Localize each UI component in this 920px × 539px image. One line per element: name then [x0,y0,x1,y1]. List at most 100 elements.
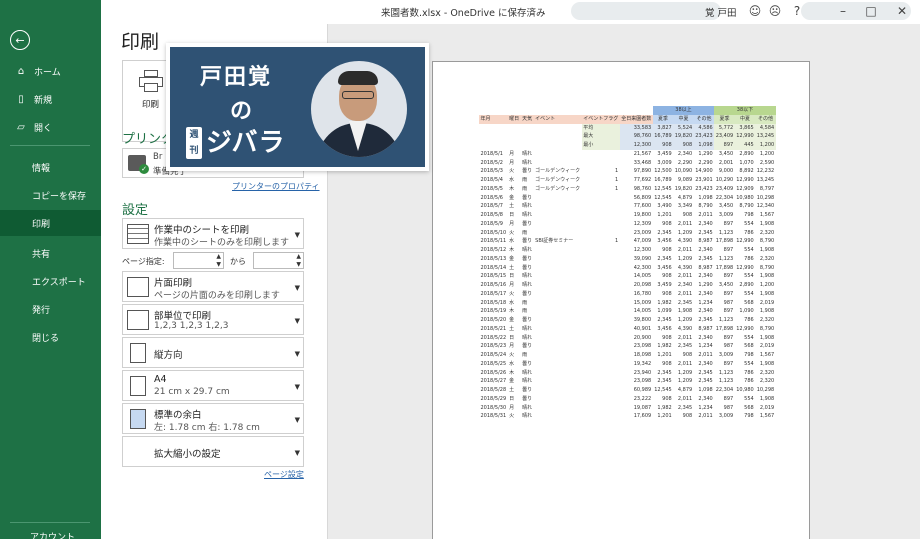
table-stat-row: 最小 12,300 908 908 1,098 897 445 1,200 [479,141,776,150]
table-cell: 17,898 [715,264,734,271]
table-cell: 1,209 [677,229,693,236]
printer-properties-link[interactable]: プリンターのプロパティ [232,181,320,192]
table-cell: 10,290 [715,177,734,183]
nav-item-open[interactable]: ▱ 開く [0,114,101,140]
nav-item-print[interactable]: 印刷 [0,210,101,236]
table-column-header: 曜日 [507,114,521,124]
table-cell: 12,545 [654,387,672,393]
table-cell: 曇り [522,317,533,323]
table-cell: 2018/5/23 [480,343,507,350]
table-row: 2018/5/28 土 曇り 60,989 12,545 4,879 1,098 22,304… [479,386,776,395]
user-name[interactable]: 覚 戸田 [705,5,737,19]
spinner-icon[interactable]: ▲ ▼ [216,253,221,269]
table-cell: 月 [509,220,515,227]
nav-item-save-copy[interactable]: コピーを保存 [0,182,101,208]
table-cell [534,229,582,238]
table-cell: 18,098 [633,352,652,358]
table-cell: 554 [744,395,754,402]
spinner-icon[interactable]: ▲ ▼ [296,253,301,269]
paper-size-select[interactable]: A4 21 cm x 29.7 cm ▼ [122,370,304,401]
close-icon[interactable]: ✕ [894,3,910,19]
scaling-select[interactable]: 拡大縮小の設定 ▼ [122,436,304,467]
table-cell: 1,123 [718,317,734,323]
help-icon[interactable]: ? [789,3,805,19]
table-cell: 2018/5/30 [480,404,507,411]
page-setup-link[interactable]: ページ設定 [264,469,304,480]
table-cell: 曇り [522,168,533,175]
table-row: 2018/5/11 水曇り SBI証券セミナー 1 47,009 3,456 4,390 8,… [479,237,776,246]
table-cell: 曇り [522,290,533,297]
table-cell [582,229,620,238]
option-label: 作業中のシートを印刷 [154,225,250,236]
table-cell: 12,990 [736,264,754,271]
table-cell: 1 [615,177,619,183]
banner-particle: の [230,99,253,124]
table-cell: 曇り [522,343,533,350]
table-cell [582,412,620,421]
table-cell [534,124,582,133]
table-cell: 23,940 [633,369,652,376]
option-description: 左: 1.78 cm 右: 1.78 cm [154,423,260,433]
table-cell [508,141,521,150]
table-cell: 1,908 [759,334,775,341]
table-cell: 908 [652,141,674,150]
table-cell: 4,586 [693,123,715,133]
print-button-label: 印刷 [141,100,159,110]
option-description: 21 cm x 29.7 cm [154,387,230,397]
minimize-icon[interactable]: – [835,3,851,19]
table-row: 2018/5/19 木雨 14,005 1,099 1,908 2,340 897 1,090… [479,307,776,316]
table-cell: 木 [509,308,515,315]
table-row: 2018/5/2 月晴れ 33,468 3,009 2,290 2,290 2,001 1,0… [479,159,776,168]
table-row: 2018/5/9 月曇り 12,309 908 2,011 2,340 897 554 1,90… [479,220,776,229]
nav-item-publish[interactable]: 発行 [0,296,101,322]
table-cell [582,325,620,334]
nav-divider [10,145,90,146]
table-cell: 2,345 [657,317,672,323]
table-cell: 19,342 [633,360,652,367]
table-cell: 77,692 [633,177,652,183]
maximize-icon[interactable]: □ [863,3,879,19]
nav-item-close[interactable]: 閉じる [0,324,101,350]
table-cell: 1,209 [677,378,693,385]
table-cell: 786 [744,255,754,262]
table-cell [479,141,508,150]
frown-feedback-icon[interactable]: ☹ [767,3,783,19]
orientation-select[interactable]: 縦方向 ▼ [122,337,304,368]
table-cell: 16,789 [654,177,672,183]
table-cell: 16,780 [633,290,652,297]
sides-select[interactable]: 片面印刷 ページの片面のみを印刷します ▼ [122,271,304,302]
table-cell: 2,345 [677,299,693,306]
table-cell: 2018/5/9 [480,220,503,227]
table-row: 2018/5/6 金曇り 56,809 12,545 4,879 1,098 22,304 1… [479,194,776,203]
back-arrow-icon[interactable]: ← [10,30,30,50]
pages-from-input[interactable]: ▲ ▼ [173,252,224,269]
table-cell: 39,800 [633,317,652,323]
margins-select[interactable]: 標準の余白 左: 1.78 cm 右: 1.78 cm ▼ [122,403,304,434]
smile-feedback-icon[interactable]: ☺ [747,3,763,19]
nav-item-home[interactable]: ⌂ ホーム [0,58,101,84]
table-column-header: 夏季 [714,114,735,124]
nav-item-new[interactable]: ▯ 新規 [0,86,101,112]
collate-select[interactable]: 部単位で印刷 1,2,3 1,2,3 1,2,3 ▼ [122,304,304,335]
nav-item-account[interactable]: アカウント [30,530,75,539]
table-cell: 42,300 [633,264,652,271]
table-cell: 908 [662,290,672,297]
nav-item-share[interactable]: 共有 [0,240,101,266]
table-cell: 2,320 [759,229,775,236]
table-stat-label: 最大 [581,132,620,141]
table-cell: 987 [723,299,734,306]
table-cell: 10,298 [756,194,775,201]
table-cell [582,307,620,316]
table-cell [582,377,620,386]
table-cell: 曇り [522,387,533,393]
table-cell: 水 [509,238,515,245]
pages-to-input[interactable]: ▲ ▼ [253,252,304,269]
print-what-select[interactable]: 作業中のシートを印刷 作業中のシートのみを印刷します ▼ [122,218,304,249]
table-row: 2018/5/26 木晴れ 23,940 2,345 1,209 2,345 1,123 78… [479,369,776,378]
table-cell: 908 [682,413,693,420]
table-cell [582,360,620,369]
nav-item-export[interactable]: エクスポート [0,268,101,294]
table-cell: 14,005 [633,273,652,280]
settings-heading: 設定 [122,203,149,218]
nav-item-info[interactable]: 情報 [0,154,101,180]
